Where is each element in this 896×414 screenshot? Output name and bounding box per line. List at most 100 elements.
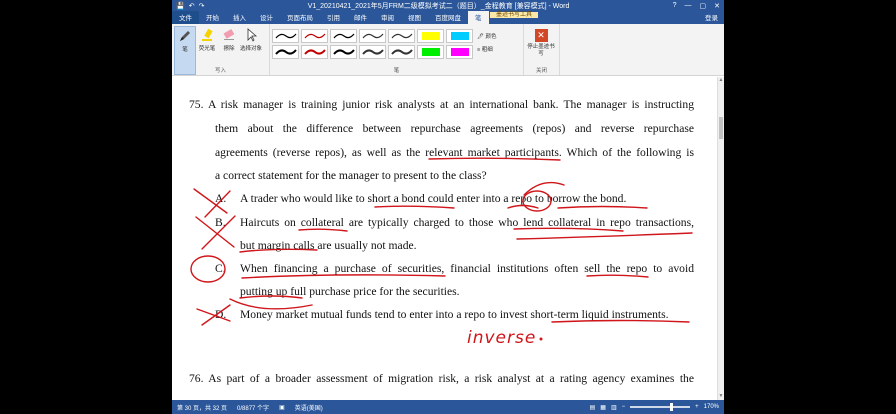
print-layout-icon[interactable]: ▦ xyxy=(600,404,606,411)
language-indicator[interactable]: 英语(美国) xyxy=(295,403,323,412)
highlighter-yellow[interactable] xyxy=(417,29,444,43)
option-b-letter: B. xyxy=(215,216,226,229)
handwritten-note: inverse xyxy=(467,328,537,348)
read-mode-icon[interactable]: ▤ xyxy=(590,404,596,411)
eraser-icon xyxy=(223,29,235,40)
select-cursor-icon xyxy=(247,28,258,42)
highlighter-green[interactable] xyxy=(417,45,444,59)
pen-style-1[interactable] xyxy=(272,29,299,43)
pen-style-7[interactable] xyxy=(301,45,328,59)
maximize-icon[interactable]: ▢ xyxy=(700,2,707,10)
q75-line-1: 75. A risk manager is training junior ri… xyxy=(189,98,694,111)
pen-icon xyxy=(180,31,190,41)
highlighter-icon xyxy=(202,28,213,41)
option-c-letter: C. xyxy=(215,262,226,275)
zoom-in-icon[interactable]: + xyxy=(695,404,699,410)
option-a-text: A trader who would like to short a bond … xyxy=(240,192,627,205)
web-layout-icon[interactable]: ▥ xyxy=(611,404,617,411)
zoom-out-icon[interactable]: − xyxy=(622,404,626,410)
pen-style-5[interactable] xyxy=(388,29,415,43)
tab-review[interactable]: 审阅 xyxy=(374,11,401,24)
proofing-icon[interactable]: ▣ xyxy=(279,404,285,411)
group-pens: 🖊 颜色 ≡ 粗细 笔 xyxy=(270,24,524,75)
help-icon[interactable]: ? xyxy=(673,2,677,10)
pen-color-button[interactable]: 🖊 颜色 xyxy=(477,32,497,40)
word-window: 💾 ↶ ↷ V1_20210421_2021年5月FRM二级模拟考试二（题目）_… xyxy=(172,0,724,414)
option-b-text-1: Haircuts on collateral are typically cha… xyxy=(240,216,694,229)
scrollbar-thumb[interactable] xyxy=(719,117,723,139)
vertical-scrollbar[interactable]: ▲ ▼ xyxy=(717,77,724,400)
scroll-down-icon[interactable]: ▼ xyxy=(718,393,724,400)
login-link[interactable]: 登录 xyxy=(699,10,724,24)
group-write: 笔 荧光笔 擦除 选择对象 写入 xyxy=(172,24,270,75)
highlighter-tool-label: 荧光笔 xyxy=(198,46,216,52)
tab-insert[interactable]: 插入 xyxy=(226,11,253,24)
pen-style-3[interactable] xyxy=(330,29,357,43)
ink-underline-collateral xyxy=(298,228,348,232)
pen-thickness-label: 粗细 xyxy=(481,47,493,53)
option-a-letter: A. xyxy=(215,192,227,205)
pen-thickness-button[interactable]: ≡ 粗细 xyxy=(477,45,497,53)
q75-line-3: agreements (reverse repos), as well as t… xyxy=(215,146,694,159)
ink-underline-sell-repo xyxy=(586,274,649,278)
pen-style-4[interactable] xyxy=(359,29,386,43)
pen-style-8[interactable] xyxy=(330,45,357,59)
group-close: ✕ 停止墨迹书写 关闭 xyxy=(524,24,560,75)
ink-underline-borrow-bond xyxy=(557,205,648,209)
word-count[interactable]: 0/8877 个字 xyxy=(237,403,269,412)
pen-style-2[interactable] xyxy=(301,29,328,43)
ribbon-tabs: 墨迹书写工具 文件 开始 插入 设计 页面布局 引用 邮件 审阅 视图 百度网盘… xyxy=(172,10,724,24)
tab-design[interactable]: 设计 xyxy=(253,11,280,24)
tab-references[interactable]: 引用 xyxy=(320,11,347,24)
pen-style-10[interactable] xyxy=(388,45,415,59)
undo-icon[interactable]: ↶ xyxy=(189,2,195,10)
document-area[interactable]: 75. A risk manager is training junior ri… xyxy=(172,77,717,400)
zoom-level[interactable]: 170% xyxy=(704,404,719,410)
option-d-text: Money market mutual funds tend to enter … xyxy=(240,308,669,321)
option-d-letter: D. xyxy=(215,308,227,321)
highlighter-magenta[interactable] xyxy=(446,45,473,59)
stop-inking-icon: ✕ xyxy=(534,29,548,42)
pen-style-6[interactable] xyxy=(272,45,299,59)
tab-mailings[interactable]: 邮件 xyxy=(347,11,374,24)
pen-style-9[interactable] xyxy=(359,45,386,59)
close-icon[interactable]: ✕ xyxy=(714,2,720,10)
group-close-label: 关闭 xyxy=(535,68,547,74)
tab-file[interactable]: 文件 xyxy=(172,11,199,24)
ink-underline-short-bond xyxy=(374,205,455,209)
document-page: 75. A risk manager is training junior ri… xyxy=(172,77,717,400)
status-bar: 第 30 页，共 32 页 0/8877 个字 ▣ 英语(美国) ▤ ▦ ▥ −… xyxy=(172,400,724,414)
contextual-tab-label: 墨迹书写工具 xyxy=(490,12,539,18)
stop-inking-label: 停止墨迹书写 xyxy=(527,44,555,57)
q75-line-2: them about the difference between repurc… xyxy=(215,122,694,135)
tab-pens[interactable]: 笔 xyxy=(468,11,489,24)
redo-icon[interactable]: ↷ xyxy=(199,2,205,10)
ink-dot xyxy=(539,337,543,341)
quick-access-toolbar: 💾 ↶ ↷ xyxy=(176,2,204,10)
option-c-text-1: When financing a purchase of securities,… xyxy=(240,262,694,275)
minimize-icon[interactable]: — xyxy=(685,2,692,10)
window-title: V1_20210421_2021年5月FRM二级模拟考试二（题目）_金程教育 [… xyxy=(307,3,570,10)
zoom-slider-knob[interactable] xyxy=(670,403,674,411)
eraser-tool-label: 擦除 xyxy=(223,46,235,52)
highlighter-cyan[interactable] xyxy=(446,29,473,43)
option-b-text-2: but margin calls are usually not made. xyxy=(240,239,417,252)
option-c-text-2: putting up full purchase price for the s… xyxy=(240,285,460,298)
tab-home[interactable]: 开始 xyxy=(199,11,226,24)
save-icon[interactable]: 💾 xyxy=(176,2,185,10)
group-pens-label: 笔 xyxy=(393,68,400,74)
scroll-up-icon[interactable]: ▲ xyxy=(718,77,724,84)
status-bar-right: ▤ ▦ ▥ − + 170% xyxy=(590,403,719,411)
select-objects-label: 选择对象 xyxy=(240,46,263,52)
tab-baidu-netdisk[interactable]: 百度网盘 xyxy=(428,11,468,24)
ribbon: 笔 荧光笔 擦除 选择对象 写入 🖊 颜色 ≡ 粗细 笔 ✕ 停止墨迹书写 关闭 xyxy=(172,24,724,76)
pen-color-label: 颜色 xyxy=(485,34,497,40)
page-count[interactable]: 第 30 页，共 32 页 xyxy=(177,403,227,412)
q76-line-1: 76. As part of a broader assessment of m… xyxy=(189,372,694,385)
ink-underline-financing xyxy=(241,274,446,279)
tab-layout[interactable]: 页面布局 xyxy=(280,11,320,24)
window-controls: ? — ▢ ✕ xyxy=(673,2,720,10)
ink-underline-into xyxy=(507,204,539,209)
tab-view[interactable]: 视图 xyxy=(401,11,428,24)
zoom-slider[interactable] xyxy=(630,403,691,411)
